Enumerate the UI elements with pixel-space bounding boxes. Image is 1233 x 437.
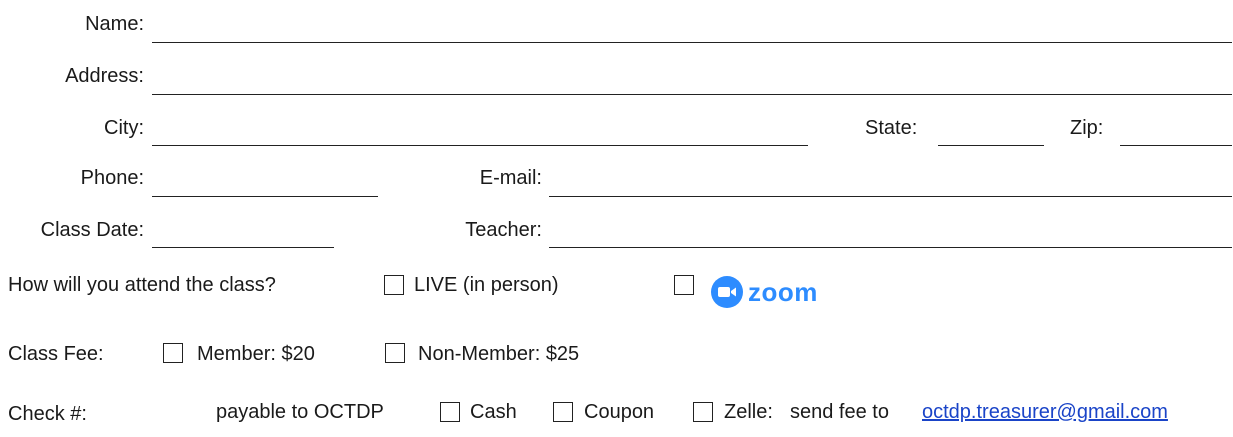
- name-line[interactable]: [152, 42, 1232, 43]
- treasurer-email-link[interactable]: octdp.treasurer@gmail.com: [922, 400, 1168, 424]
- address-label: Address:: [65, 65, 144, 87]
- city-label: City:: [104, 117, 144, 139]
- coupon-label: Coupon: [584, 401, 655, 423]
- zelle-checkbox[interactable]: [693, 402, 713, 422]
- zelle-label: Zelle:: [724, 401, 773, 423]
- zoom-camera-icon: [711, 276, 743, 308]
- class-date-line[interactable]: [152, 247, 334, 248]
- teacher-label: Teacher:: [465, 219, 542, 241]
- zoom-checkbox[interactable]: [674, 275, 694, 295]
- email-line[interactable]: [549, 196, 1232, 197]
- city-line[interactable]: [152, 145, 808, 146]
- name-label: Name:: [85, 13, 144, 35]
- address-line[interactable]: [152, 94, 1232, 95]
- zoom-wordmark: zoom: [748, 277, 818, 307]
- cash-label: Cash: [470, 401, 517, 423]
- zip-label: Zip:: [1070, 117, 1104, 139]
- coupon-checkbox[interactable]: [553, 402, 573, 422]
- send-fee-text: send fee to: [790, 401, 889, 423]
- attend-question: How will you attend the class?: [8, 274, 276, 296]
- member-checkbox[interactable]: [163, 343, 183, 363]
- non-member-label: Non-Member: $25: [418, 343, 580, 365]
- class-date-label: Class Date:: [40, 219, 144, 241]
- live-checkbox[interactable]: [384, 275, 404, 295]
- state-line[interactable]: [938, 145, 1044, 146]
- teacher-line[interactable]: [549, 247, 1232, 248]
- check-label: Check #:: [8, 403, 87, 425]
- member-label: Member: $20: [197, 343, 315, 365]
- state-label: State:: [865, 117, 918, 139]
- fee-label: Class Fee:: [8, 343, 104, 365]
- phone-label: Phone:: [80, 167, 144, 189]
- live-label: LIVE (in person): [414, 274, 559, 296]
- payable-text: payable to OCTDP: [216, 401, 384, 423]
- zoom-logo: zoom: [711, 276, 818, 308]
- cash-checkbox[interactable]: [440, 402, 460, 422]
- email-label: E-mail:: [479, 167, 542, 189]
- non-member-checkbox[interactable]: [385, 343, 405, 363]
- zip-line[interactable]: [1120, 145, 1232, 146]
- phone-line[interactable]: [152, 196, 378, 197]
